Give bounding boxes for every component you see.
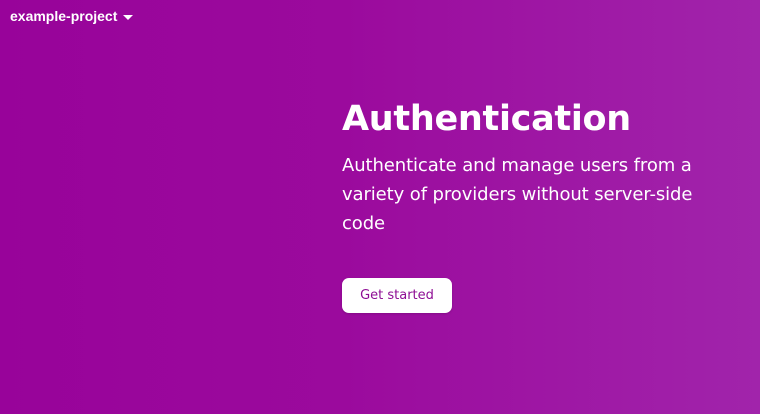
page-title: Authentication [342,99,631,139]
page-subtitle: Authenticate and manage users from a var… [342,155,693,234]
authentication-page: example-project Authentication Authentic… [0,0,760,414]
get-started-button[interactable]: Get started [342,278,452,313]
project-switcher[interactable]: example-project [10,6,134,26]
project-name: example-project [10,8,118,24]
caret-down-icon [123,14,134,20]
hero-section: Authentication Authenticate and manage u… [342,96,742,238]
